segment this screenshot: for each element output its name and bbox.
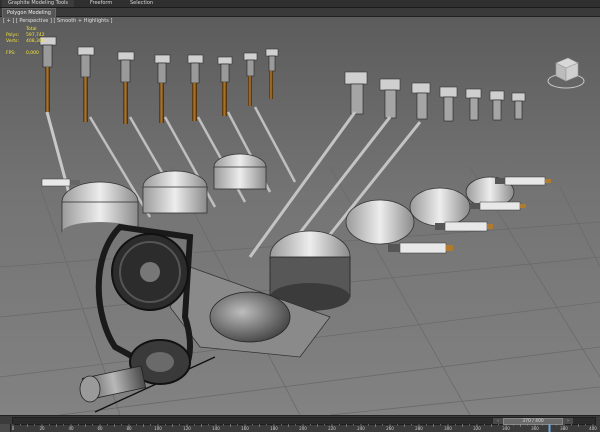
- curve-editor-button[interactable]: [0, 424, 11, 432]
- ruler-tick-label: 220: [328, 426, 336, 431]
- ruler-tick-label: 60: [97, 426, 103, 431]
- subtab-polygon-modeling[interactable]: Polygon Modeling: [2, 8, 56, 17]
- ruler-tick-label: 320: [473, 426, 481, 431]
- tab-graphite-modeling-tools[interactable]: Graphite Modeling Tools: [2, 0, 75, 7]
- ribbon-subtab-bar: Polygon Modeling: [0, 8, 600, 17]
- ruler-tick-label: 380: [560, 426, 568, 431]
- current-frame-marker: [548, 424, 551, 432]
- ribbon-tab-bar: Graphite Modeling Tools Freeform Selecti…: [0, 0, 600, 8]
- fps-value: 0,000: [26, 51, 39, 56]
- ruler-tick-label: 260: [386, 426, 394, 431]
- viewport-label[interactable]: [ + ] [ Perspective ] [ Smooth + Highlig…: [3, 18, 112, 24]
- scene-statistics: Total Polys: 597,742 Verts: 408,306 FPS: 0,…: [6, 27, 45, 57]
- ruler-tick-label: 100: [154, 426, 162, 431]
- ruler-tick-label: 340: [502, 426, 510, 431]
- time-slider-area: ‹ 370 / 400 › 0 20 40 60 80 100 120 140 160 180 20…: [0, 415, 600, 432]
- ruler-tick-label: 180: [270, 426, 278, 431]
- fps-label: FPS:: [6, 51, 16, 56]
- ruler-tick-label: 200: [299, 426, 307, 431]
- tab-selection[interactable]: Selection: [124, 0, 159, 7]
- tab-freeform[interactable]: Freeform: [84, 0, 118, 7]
- ruler-tick-label: 400: [589, 426, 597, 431]
- engine-render: [0, 36, 600, 415]
- ruler-tick-label: 0: [11, 426, 15, 431]
- ruler-tick-label: 240: [357, 426, 365, 431]
- ruler-tick-label: 40: [68, 426, 74, 431]
- ruler-tick-label: 140: [212, 426, 220, 431]
- ruler-tick-label: 120: [183, 426, 191, 431]
- max-app-window: Graphite Modeling Tools Freeform Selecti…: [0, 0, 600, 432]
- ruler-tick-label: 160: [241, 426, 249, 431]
- verts-label: Verts:: [6, 39, 19, 44]
- verts-value: 408,306: [26, 39, 45, 44]
- perspective-viewport[interactable]: [ + ] [ Perspective ] [ Smooth + Highlig…: [0, 17, 600, 415]
- ruler-tick-label: 280: [415, 426, 423, 431]
- timing-belt: [79, 223, 194, 403]
- ruler-tick-label: 360: [531, 426, 539, 431]
- viewcube-icon[interactable]: [546, 53, 586, 91]
- ruler-tick-label: 300: [444, 426, 452, 431]
- left-pistons: [61, 153, 267, 242]
- ruler-tick-label: 80: [126, 426, 132, 431]
- timeline-ruler[interactable]: 0 20 40 60 80 100 120 140 160 180 200 220 240 260 280 3…: [11, 424, 597, 432]
- ruler-tick-label: 20: [39, 426, 45, 431]
